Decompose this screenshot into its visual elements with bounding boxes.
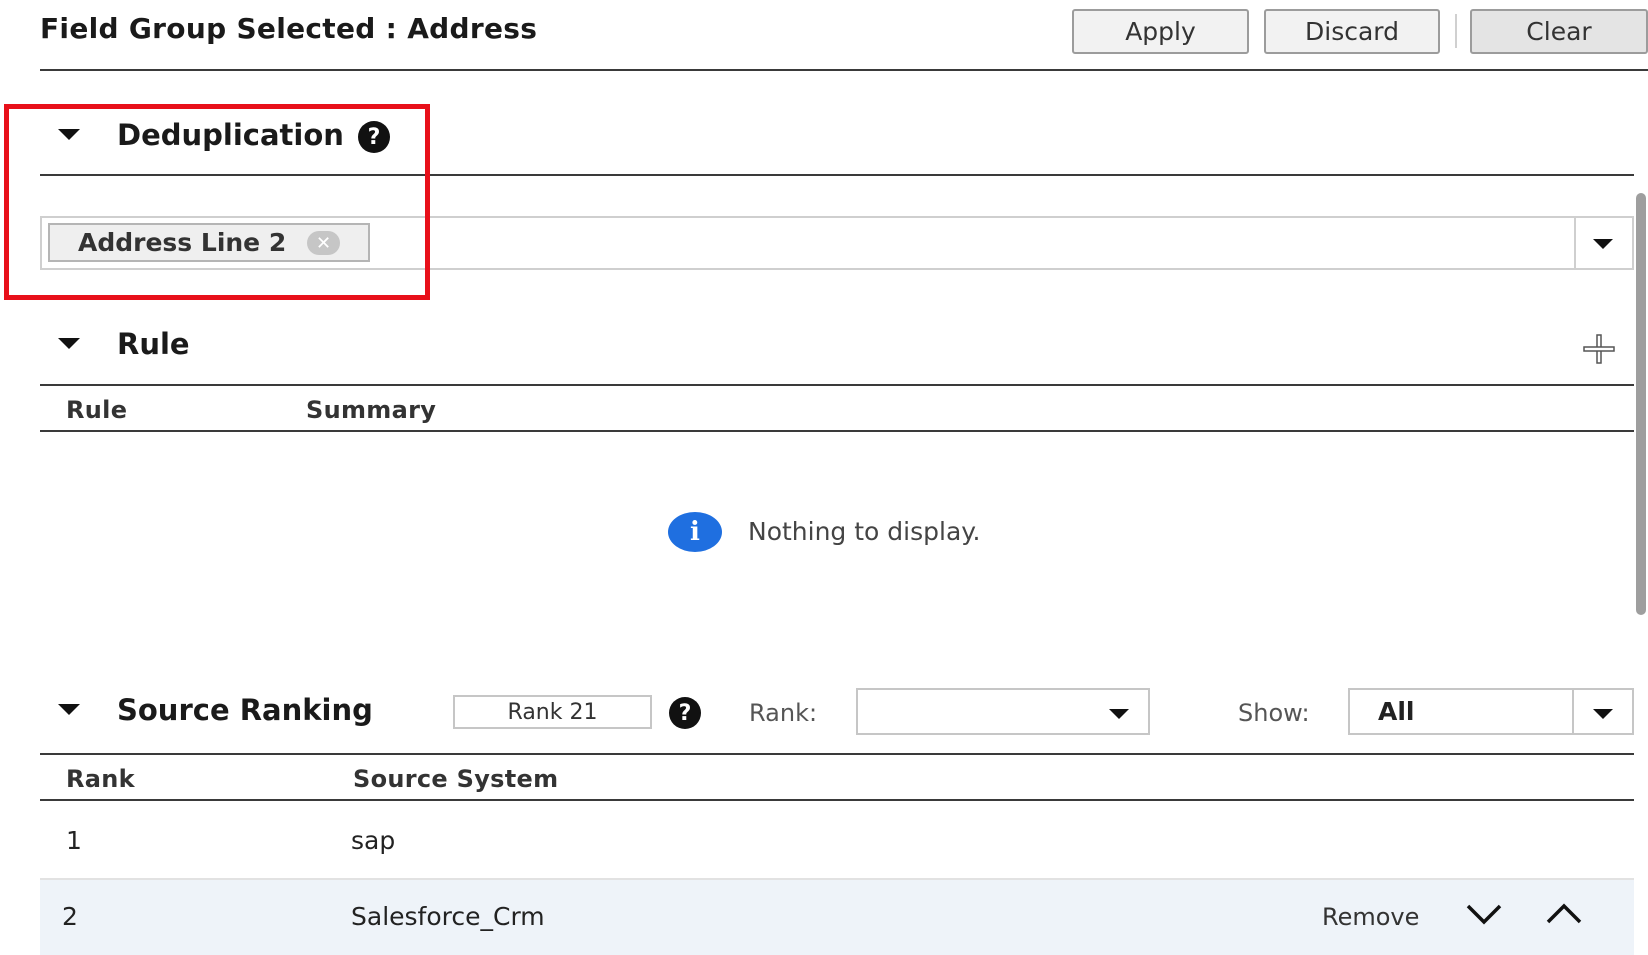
source-ranking-title: Source Ranking — [117, 693, 373, 727]
deduplication-divider — [40, 174, 1634, 176]
rule-title: Rule — [117, 327, 190, 361]
column-header-source-system: Source System — [353, 765, 559, 793]
remove-tag-icon[interactable]: ✕ — [307, 231, 340, 255]
table-row-rank: 2 — [62, 902, 78, 931]
source-table-header-divider — [40, 799, 1634, 801]
table-row-rank: 1 — [66, 826, 82, 855]
table-row-source: sap — [351, 826, 396, 855]
deduplication-help-icon[interactable]: ? — [358, 121, 390, 153]
move-up-icon[interactable] — [1546, 902, 1582, 926]
empty-state-message: Nothing to display. — [748, 517, 981, 546]
tag-label: Address Line 2 — [78, 228, 287, 257]
chevron-down-icon[interactable] — [1593, 239, 1613, 249]
remove-row-link[interactable]: Remove — [1322, 903, 1419, 931]
scrollbar-thumb[interactable] — [1636, 193, 1646, 615]
toolbar-separator — [1455, 14, 1457, 48]
source-ranking-divider — [40, 753, 1634, 755]
rule-collapse-toggle[interactable] — [58, 338, 80, 349]
discard-button[interactable]: Discard — [1264, 9, 1440, 54]
table-row-source: Salesforce_Crm — [351, 902, 545, 931]
deduplication-collapse-toggle[interactable] — [58, 129, 80, 140]
page-title: Field Group Selected : Address — [40, 12, 538, 45]
show-filter-value: All — [1378, 697, 1415, 726]
source-ranking-help-icon[interactable]: ? — [669, 697, 701, 729]
column-header-rule: Rule — [66, 396, 128, 424]
chevron-down-icon[interactable] — [1593, 709, 1613, 719]
header-divider — [40, 69, 1648, 71]
clear-button[interactable]: Clear — [1470, 9, 1648, 54]
show-filter-label: Show: — [1238, 699, 1310, 727]
add-rule-icon[interactable] — [1582, 333, 1616, 365]
column-header-summary: Summary — [306, 396, 437, 424]
rule-divider — [40, 384, 1634, 386]
deduplication-title: Deduplication — [117, 118, 344, 152]
apply-button[interactable]: Apply — [1072, 9, 1249, 54]
chevron-down-icon[interactable] — [1109, 709, 1129, 719]
rank-filter-label: Rank: — [749, 699, 818, 727]
column-header-rank: Rank — [66, 765, 135, 793]
select-divider — [1574, 218, 1576, 268]
move-down-icon[interactable] — [1466, 902, 1502, 926]
info-icon: i — [668, 512, 722, 552]
rank-badge: Rank 21 — [453, 695, 652, 729]
select-divider — [1572, 690, 1574, 733]
rule-table-header-divider — [40, 430, 1634, 432]
source-ranking-collapse-toggle[interactable] — [58, 704, 80, 715]
rank-filter-select[interactable] — [856, 688, 1150, 735]
